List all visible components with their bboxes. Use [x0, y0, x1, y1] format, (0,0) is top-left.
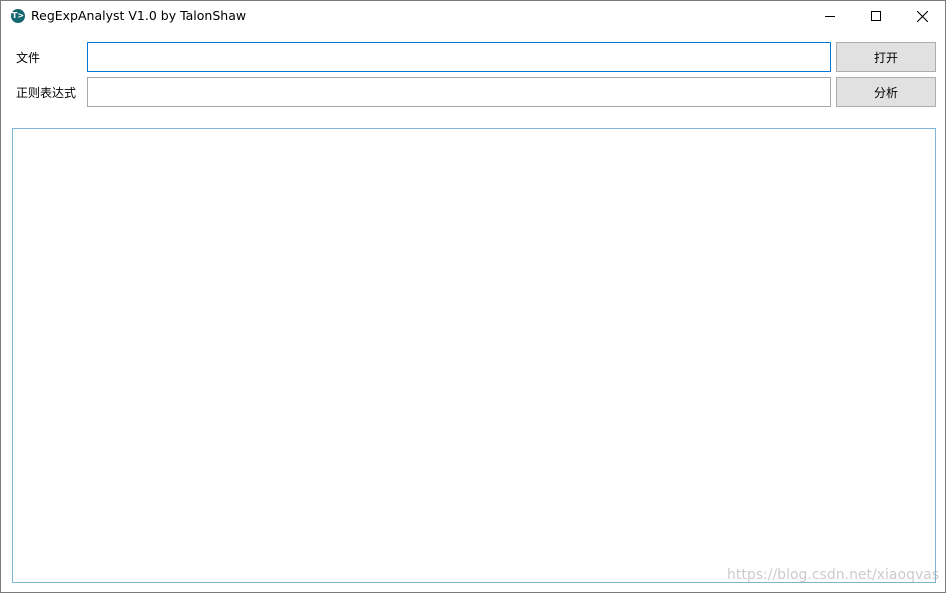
- open-button[interactable]: 打开: [836, 42, 936, 72]
- maximize-button[interactable]: [853, 1, 899, 31]
- title-bar[interactable]: T> RegExpAnalyst V1.0 by TalonShaw: [1, 1, 945, 31]
- app-icon: T>: [11, 9, 25, 23]
- analyze-button[interactable]: 分析: [836, 77, 936, 107]
- maximize-icon: [871, 11, 881, 21]
- regex-input[interactable]: [87, 77, 831, 107]
- watermark-text: https://blog.csdn.net/xiaoqvas: [727, 567, 940, 583]
- close-button[interactable]: [899, 1, 945, 31]
- close-icon: [916, 10, 928, 22]
- regex-label: 正则表达式: [16, 86, 77, 100]
- app-window: T> RegExpAnalyst V1.0 by TalonShaw 文件 打开…: [0, 0, 946, 593]
- minimize-button[interactable]: [807, 1, 853, 31]
- result-textarea[interactable]: [12, 128, 936, 583]
- window-title: RegExpAnalyst V1.0 by TalonShaw: [31, 8, 247, 23]
- file-label: 文件: [16, 51, 41, 65]
- minimize-icon: [825, 11, 835, 21]
- file-path-input[interactable]: [87, 42, 831, 72]
